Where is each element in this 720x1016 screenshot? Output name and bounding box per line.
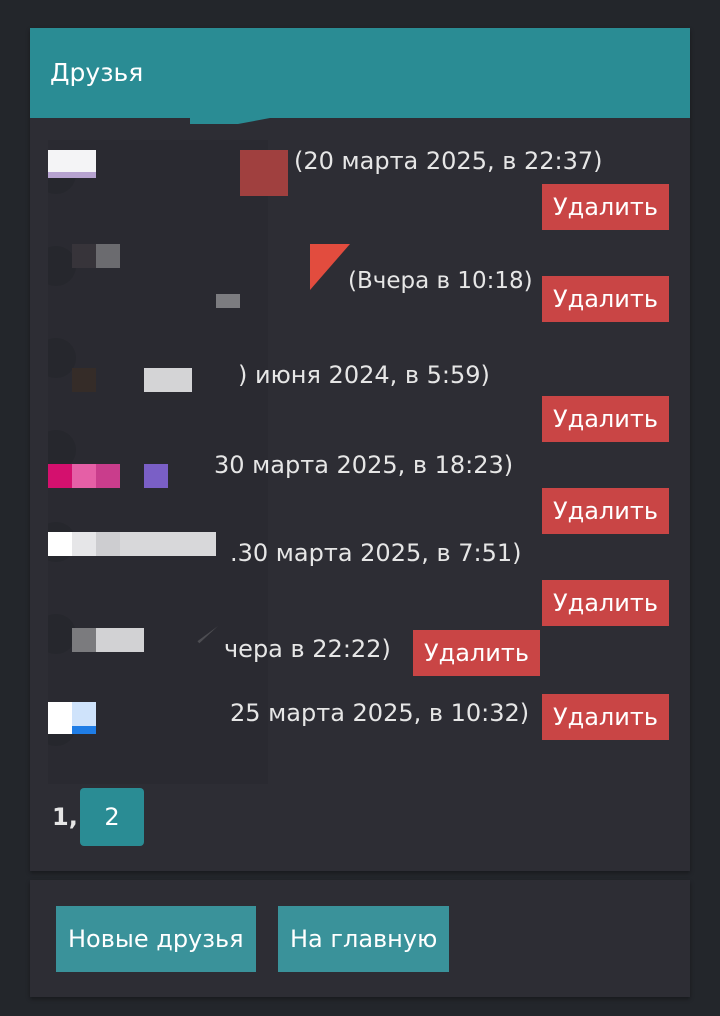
page-link-2[interactable]: 2 [80, 788, 144, 846]
delete-button[interactable]: Удалить [542, 184, 669, 230]
nav-panel: Новые друзья На главную [30, 880, 690, 997]
friend-date: 30 марта 2025, в 18:23) [214, 451, 514, 479]
panel-title: Друзья [50, 58, 144, 87]
friend-row: 30 марта 2025, в 18:23) Удалить [48, 416, 672, 534]
friend-row: .30 марта 2025, в 7:51) Удалить [48, 508, 672, 626]
friend-date: (Вчера в 10:18) [348, 268, 533, 294]
home-button[interactable]: На главную [278, 906, 450, 972]
panel-header: Друзья [30, 28, 690, 118]
friend-row: чера в 22:22) Удалить [48, 600, 672, 692]
delete-button[interactable]: Удалить [542, 694, 669, 740]
page-current: 1, [52, 803, 78, 831]
delete-button[interactable]: Удалить [542, 276, 669, 322]
friend-row: ) июня 2024, в 5:59) Удалить [48, 324, 672, 442]
new-friends-button[interactable]: Новые друзья [56, 906, 256, 972]
friend-avatar[interactable] [48, 140, 268, 232]
header-decoration [190, 118, 270, 124]
friend-avatar[interactable] [48, 324, 268, 416]
friend-avatar[interactable] [48, 232, 268, 324]
delete-button[interactable]: Удалить [413, 630, 540, 676]
friend-date: чера в 22:22) [224, 635, 391, 663]
friend-row: (Вчера в 10:18) Удалить [48, 232, 672, 324]
friend-row: 25 марта 2025, в 10:32) Удалить [48, 692, 672, 784]
friend-date: (20 марта 2025, в 22:37) [294, 147, 603, 175]
friend-avatar-fragment [310, 244, 350, 290]
friend-date: ) июня 2024, в 5:59) [238, 361, 490, 389]
friend-date: .30 марта 2025, в 7:51) [230, 539, 522, 567]
friend-date: 25 марта 2025, в 10:32) [230, 699, 530, 727]
friends-panel: Друзья (20 марта 2025, в 22:37) Удалить … [30, 28, 690, 871]
friend-row: (20 марта 2025, в 22:37) Удалить [48, 140, 672, 232]
friend-avatar-fragment [240, 150, 288, 196]
